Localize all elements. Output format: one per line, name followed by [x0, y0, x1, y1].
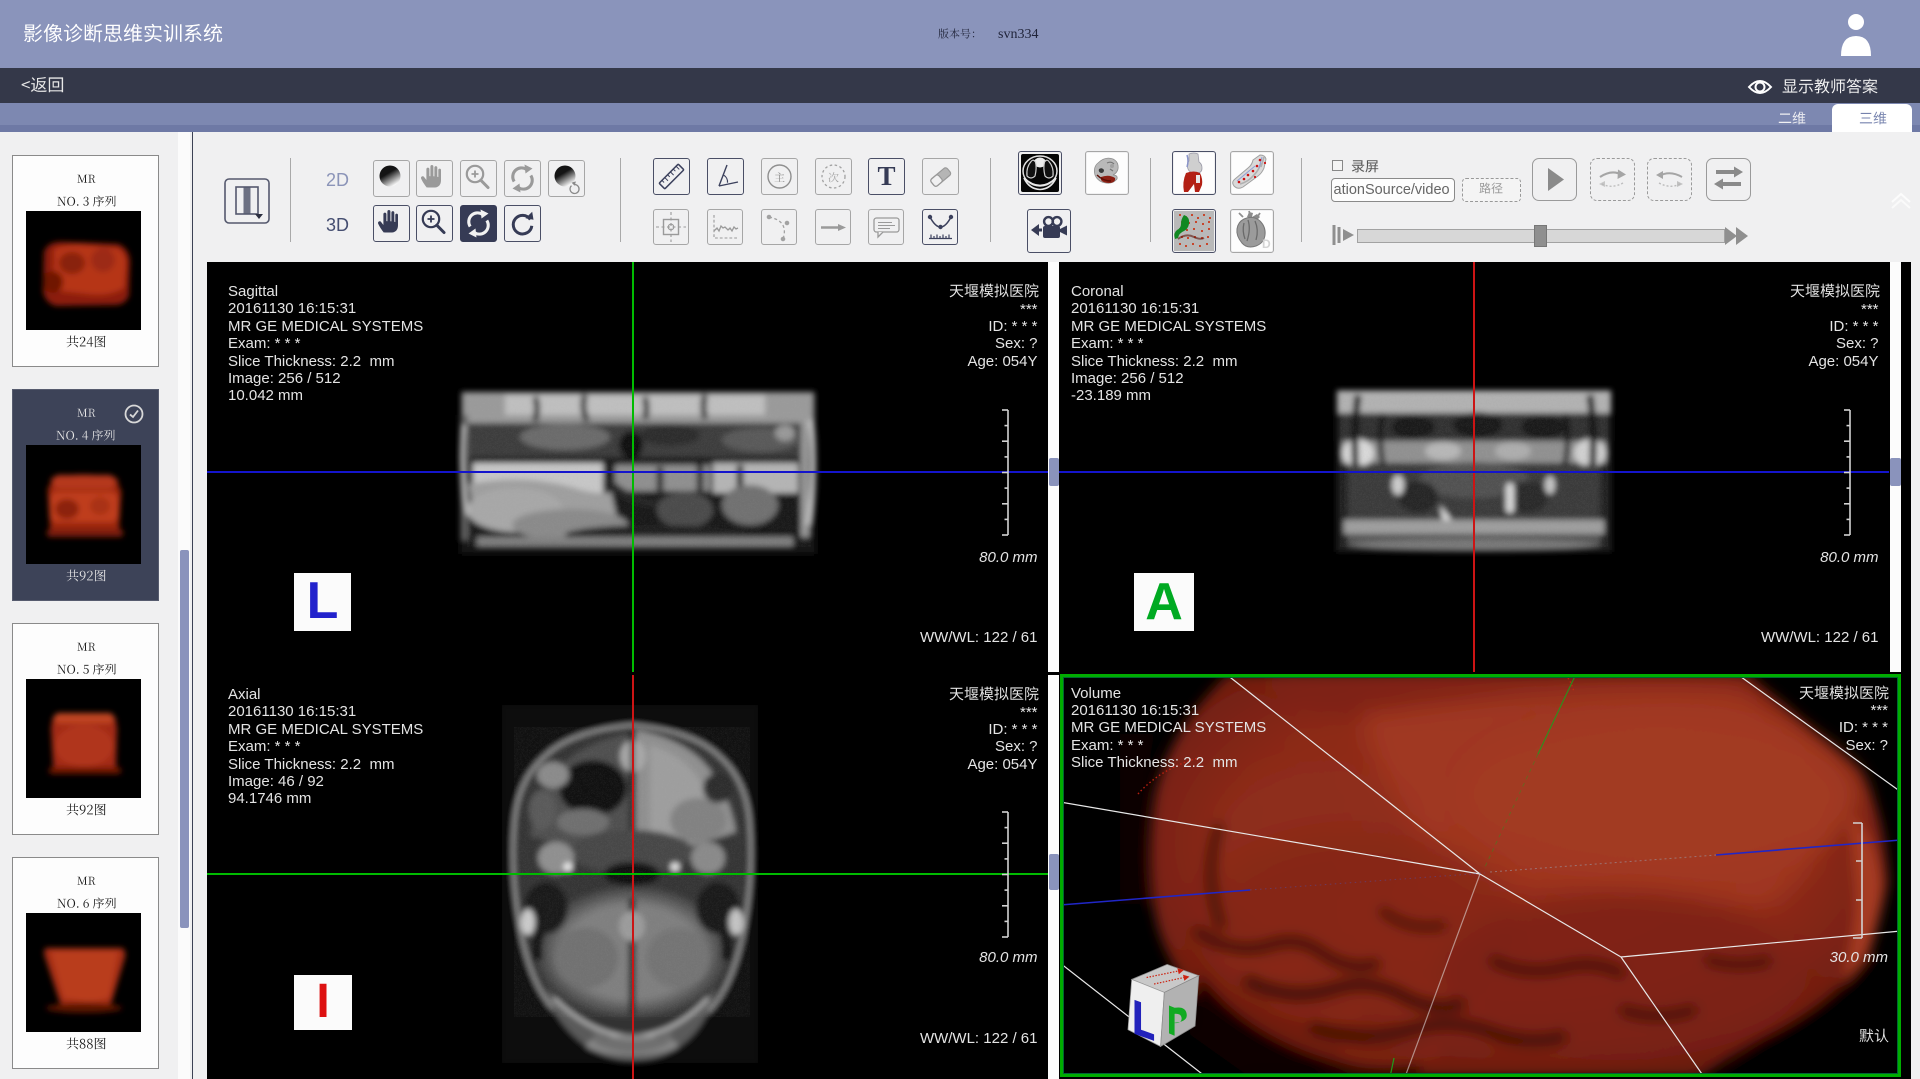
svg-text:T: T — [877, 161, 895, 191]
svg-text:D: D — [1262, 237, 1271, 251]
